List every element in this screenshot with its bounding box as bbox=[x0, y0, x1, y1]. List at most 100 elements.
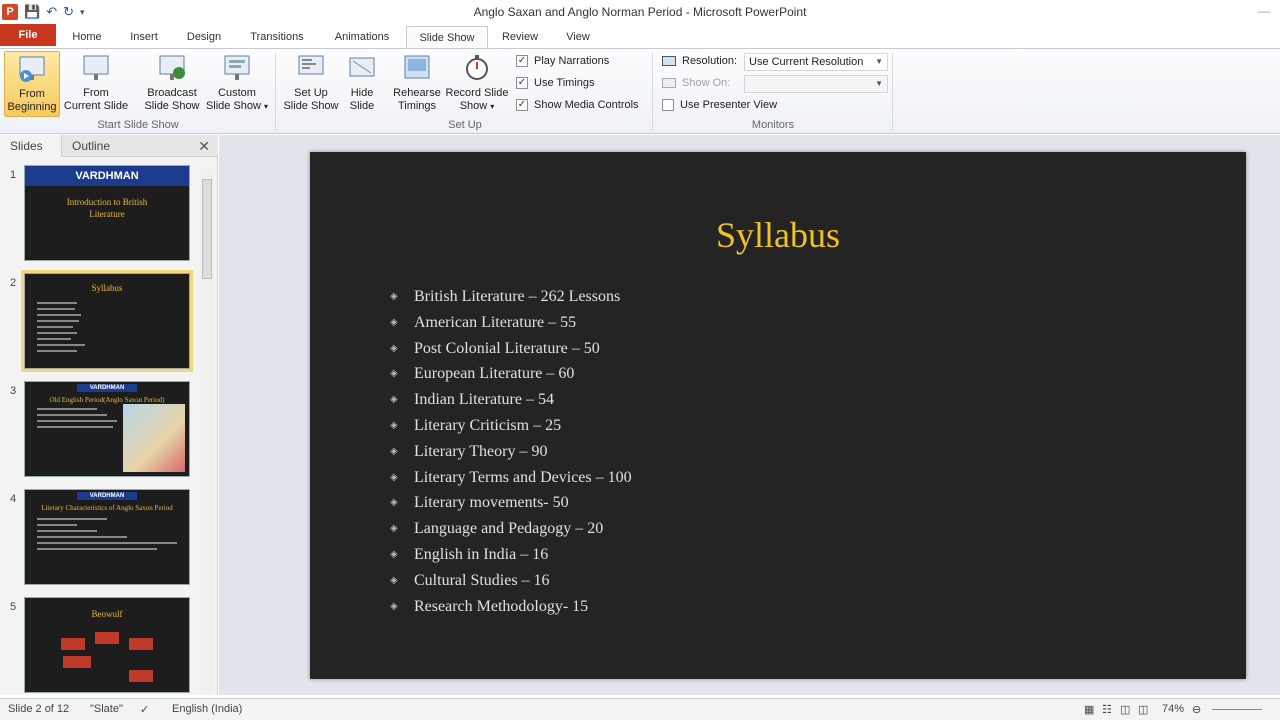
tab-review[interactable]: Review bbox=[498, 26, 542, 48]
tab-home[interactable]: Home bbox=[66, 26, 108, 48]
tab-design[interactable]: Design bbox=[182, 26, 226, 48]
normal-view-icon[interactable]: ▦ bbox=[1084, 703, 1094, 716]
rehearse-icon bbox=[404, 55, 430, 79]
tab-insert[interactable]: Insert bbox=[124, 26, 164, 48]
save-icon[interactable]: 💾 bbox=[24, 4, 40, 20]
scrollbar-thumb[interactable] bbox=[202, 179, 212, 279]
rehearse-timings-button[interactable]: Rehearse Timings bbox=[392, 51, 442, 117]
slide-title[interactable]: Syllabus bbox=[310, 214, 1246, 256]
redo-icon[interactable]: ↻ bbox=[63, 4, 74, 20]
broadcast-slide-show-button[interactable]: Broadcast Slide Show bbox=[142, 51, 202, 117]
undo-icon[interactable]: ↶ bbox=[46, 4, 57, 20]
close-icon[interactable]: ✕ bbox=[198, 138, 210, 155]
tab-view[interactable]: View bbox=[560, 26, 596, 48]
use-timings-label: Use Timings bbox=[534, 77, 595, 89]
minimize-button[interactable]: — bbox=[1258, 4, 1270, 18]
slide-thumbnail-5[interactable]: Beowulf bbox=[24, 597, 190, 693]
tab-animations[interactable]: Animations bbox=[328, 26, 396, 48]
slide-number: 2 bbox=[10, 277, 17, 289]
slide-bullet-list[interactable]: ◈ British Literature – 262 Lessons ◈ Ameri… bbox=[390, 284, 632, 619]
slide-count: Slide 2 of 12 bbox=[8, 703, 70, 715]
chevron-down-icon: ▼ bbox=[875, 57, 883, 66]
show-on-label: Show On: bbox=[682, 77, 731, 89]
slide-show-icon[interactable]: ◫ bbox=[1138, 703, 1148, 716]
checkmark-icon: ✓ bbox=[516, 77, 528, 89]
slide-number: 3 bbox=[10, 385, 17, 397]
setup-icon bbox=[298, 55, 324, 75]
show-on-dropdown[interactable]: ▼ bbox=[744, 75, 888, 93]
bullet-item: ◈ Research Methodology- 15 bbox=[390, 594, 632, 620]
resolution-dropdown[interactable]: Use Current Resolution ▼ bbox=[744, 53, 888, 71]
slide-thumbnail-4[interactable]: VARDHMAN Literary Characteristics of Ang… bbox=[24, 489, 190, 585]
slide-sorter-icon[interactable]: ☷ bbox=[1102, 703, 1112, 716]
hide-slide-icon bbox=[349, 57, 375, 77]
custom-label2-row: Slide Show ▾ bbox=[204, 100, 270, 113]
hide-slide-button[interactable]: Hide Slide bbox=[344, 51, 380, 117]
current-slide[interactable]: Syllabus ◈ British Literature – 262 Lesso… bbox=[310, 152, 1246, 679]
separator bbox=[892, 53, 893, 131]
language[interactable]: English (India) bbox=[172, 703, 242, 715]
bullet-text: Literary Criticism – 25 bbox=[414, 416, 562, 434]
show-media-controls-checkbox[interactable]: ✓ Show Media Controls bbox=[516, 99, 639, 111]
bullet-text: Indian Literature – 54 bbox=[414, 391, 554, 409]
bullet-text: Post Colonial Literature – 50 bbox=[414, 339, 600, 357]
quick-access-toolbar: 💾 ↶ ↻ ▾ bbox=[24, 4, 85, 20]
group-label-monitors: Monitors bbox=[751, 119, 795, 131]
tab-outline[interactable]: Outline bbox=[62, 135, 128, 157]
thumbnail-title: Beowulf bbox=[91, 609, 123, 619]
broadcast-label1: Broadcast bbox=[147, 87, 197, 99]
customize-qat-icon[interactable]: ▾ bbox=[80, 4, 85, 20]
tab-slides[interactable]: Slides bbox=[0, 135, 62, 157]
powerpoint-logo-icon[interactable]: P bbox=[2, 4, 18, 20]
bullet-item: ◈ Post Colonial Literature – 50 bbox=[390, 336, 632, 362]
bullet-item: ◈ American Literature – 55 bbox=[390, 310, 632, 336]
slide-editor: Syllabus ◈ British Literature – 262 Lesso… bbox=[219, 135, 1280, 695]
bullet-item: ◈ Cultural Studies – 16 bbox=[390, 568, 632, 594]
diamond-bullet-icon: ◈ bbox=[390, 316, 398, 328]
diamond-bullet-icon: ◈ bbox=[390, 342, 398, 354]
panel-scrollbar[interactable] bbox=[200, 169, 214, 695]
reading-view-icon[interactable]: ◫ bbox=[1120, 703, 1130, 716]
slide-number: 1 bbox=[10, 169, 17, 181]
slide-thumbnail-3[interactable]: VARDHMAN Old English Period(Anglo Saxon … bbox=[24, 381, 190, 477]
bullet-text: American Literature – 55 bbox=[414, 313, 577, 331]
play-narrations-checkbox[interactable]: ✓ Play Narrations bbox=[516, 55, 609, 67]
use-presenter-view-checkbox[interactable]: Use Presenter View bbox=[662, 99, 777, 111]
monitor-icon bbox=[662, 78, 676, 88]
bullet-text: Literary Theory – 90 bbox=[414, 442, 548, 460]
separator bbox=[652, 53, 653, 131]
thumbnail-title: Literary Characteristics of Anglo Saxon … bbox=[41, 504, 173, 512]
from-current-slide-button[interactable]: From Current Slide bbox=[62, 51, 130, 117]
zoom-level[interactable]: 74% bbox=[1162, 703, 1184, 715]
from-beginning-button[interactable]: From Beginning bbox=[4, 51, 60, 117]
custom-show-icon bbox=[224, 55, 250, 80]
zoom-slider[interactable] bbox=[1212, 709, 1262, 710]
bullet-text: Literary Terms and Devices – 100 bbox=[414, 468, 632, 486]
set-up-slide-show-button[interactable]: Set Up Slide Show bbox=[280, 51, 342, 117]
record-label1: Record Slide bbox=[445, 87, 509, 99]
custom-slide-show-button[interactable]: Custom Slide Show ▾ bbox=[204, 51, 270, 117]
use-timings-checkbox[interactable]: ✓ Use Timings bbox=[516, 77, 595, 89]
record-slide-show-button[interactable]: Record Slide Show ▾ bbox=[444, 51, 510, 117]
bullet-item: ◈ Language and Pedagogy – 20 bbox=[390, 516, 632, 542]
slide-number: 5 bbox=[10, 601, 17, 613]
theme-name[interactable]: "Slate" bbox=[90, 703, 123, 715]
diamond-bullet-icon: ◈ bbox=[390, 548, 398, 560]
diamond-bullet-icon: ◈ bbox=[390, 291, 398, 302]
diamond-bullet-icon: ◈ bbox=[390, 497, 398, 509]
spellcheck-icon[interactable]: ✓ bbox=[140, 703, 149, 716]
diamond-bullet-icon: ◈ bbox=[390, 523, 398, 535]
thumbnail-banner: VARDHMAN bbox=[77, 492, 137, 500]
slide-thumbnail-1[interactable]: VARDHMAN Introduction to British Literat… bbox=[24, 165, 190, 261]
slide-thumbnail-2[interactable]: Syllabus bbox=[21, 270, 193, 372]
tab-slide-show[interactable]: Slide Show bbox=[406, 26, 488, 48]
bullet-text: English in India – 16 bbox=[414, 545, 549, 563]
zoom-out-icon[interactable]: ⊖ bbox=[1192, 703, 1201, 716]
tab-file[interactable]: File bbox=[0, 24, 56, 46]
tab-transitions[interactable]: Transitions bbox=[244, 26, 310, 48]
thumbnail-banner: VARDHMAN bbox=[77, 384, 137, 392]
chevron-down-icon: ▾ bbox=[490, 102, 495, 111]
diamond-bullet-icon: ◈ bbox=[390, 368, 398, 380]
bullet-item: ◈ British Literature – 262 Lessons bbox=[390, 284, 632, 310]
chevron-down-icon: ▼ bbox=[875, 79, 883, 88]
